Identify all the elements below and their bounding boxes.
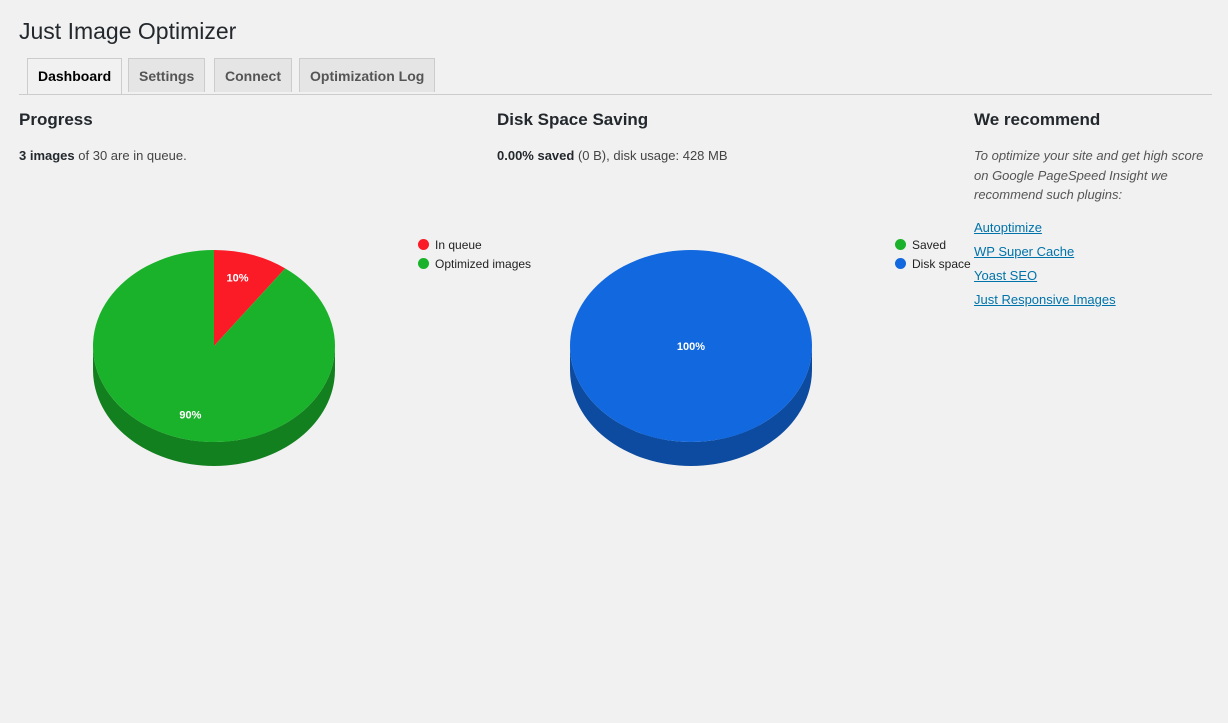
progress-pie-chart: 10% 90% xyxy=(92,250,335,466)
progress-section: Progress xyxy=(19,110,93,130)
disk-status-text: (0 B), disk usage: 428 MB xyxy=(574,148,728,163)
list-item: WP Super Cache xyxy=(974,242,1116,266)
disk-pie-chart: 100% xyxy=(570,250,812,466)
disk-status: 0.00% saved (0 B), disk usage: 428 MB xyxy=(497,148,728,163)
disk-status-saved: 0.00% saved xyxy=(497,148,575,163)
tab-connect[interactable]: Connect xyxy=(214,58,292,92)
disk-legend: Saved Disk space xyxy=(895,235,971,273)
tab-optimization-log[interactable]: Optimization Log xyxy=(299,58,436,92)
progress-status-text: of 30 are in queue. xyxy=(74,148,187,163)
link-wp-super-cache[interactable]: WP Super Cache xyxy=(974,244,1074,259)
link-yoast-seo[interactable]: Yoast SEO xyxy=(974,268,1037,283)
legend-label-optimized-images: Optimized images xyxy=(435,256,532,271)
disk-heading: Disk Space Saving xyxy=(497,110,649,129)
link-autoptimize[interactable]: Autoptimize xyxy=(974,220,1042,235)
legend-label-disk-space: Disk space xyxy=(912,256,971,271)
recommend-description: To optimize your site and get high score… xyxy=(974,148,1204,202)
pie-slice-optimized-images xyxy=(92,250,335,442)
progress-legend: In queue Optimized images xyxy=(418,235,531,273)
recommend-heading: We recommend xyxy=(974,110,1101,129)
list-item: Just Responsive Images xyxy=(974,290,1116,314)
tab-bar: Dashboard Settings Connect Optimization … xyxy=(19,58,1212,95)
legend-item-in-queue: In queue xyxy=(418,235,531,254)
tab-dashboard[interactable]: Dashboard xyxy=(27,58,123,94)
disk-section: Disk Space Saving xyxy=(497,110,648,130)
legend-item-saved: Saved xyxy=(895,235,971,254)
progress-status-count: 3 images xyxy=(19,148,75,163)
legend-dot-disk-space xyxy=(895,258,906,269)
progress-heading: Progress xyxy=(19,110,93,129)
recommend-section: We recommend xyxy=(974,110,1100,130)
list-item: Autoptimize xyxy=(974,218,1116,242)
legend-label-saved: Saved xyxy=(912,237,947,252)
legend-label-in-queue: In queue xyxy=(435,237,482,252)
legend-dot-optimized-images xyxy=(418,258,429,269)
legend-item-optimized-images: Optimized images xyxy=(418,254,531,273)
legend-dot-in-queue xyxy=(418,239,429,250)
list-item: Yoast SEO xyxy=(974,266,1116,290)
link-just-responsive-images[interactable]: Just Responsive Images xyxy=(974,292,1116,307)
legend-item-disk-space: Disk space xyxy=(895,254,971,273)
recommend-links: Autoptimize WP Super Cache Yoast SEO Jus… xyxy=(974,218,1116,314)
progress-status: 3 images of 30 are in queue. xyxy=(19,148,187,163)
legend-dot-saved xyxy=(895,239,906,250)
pie-label-disk-space: 100% xyxy=(677,341,705,353)
pie-label-optimized-images: 90% xyxy=(179,409,201,421)
pie-label-in-queue: 10% xyxy=(227,273,249,285)
tab-settings[interactable]: Settings xyxy=(128,58,206,92)
page-title: Just Image Optimizer xyxy=(19,18,237,44)
